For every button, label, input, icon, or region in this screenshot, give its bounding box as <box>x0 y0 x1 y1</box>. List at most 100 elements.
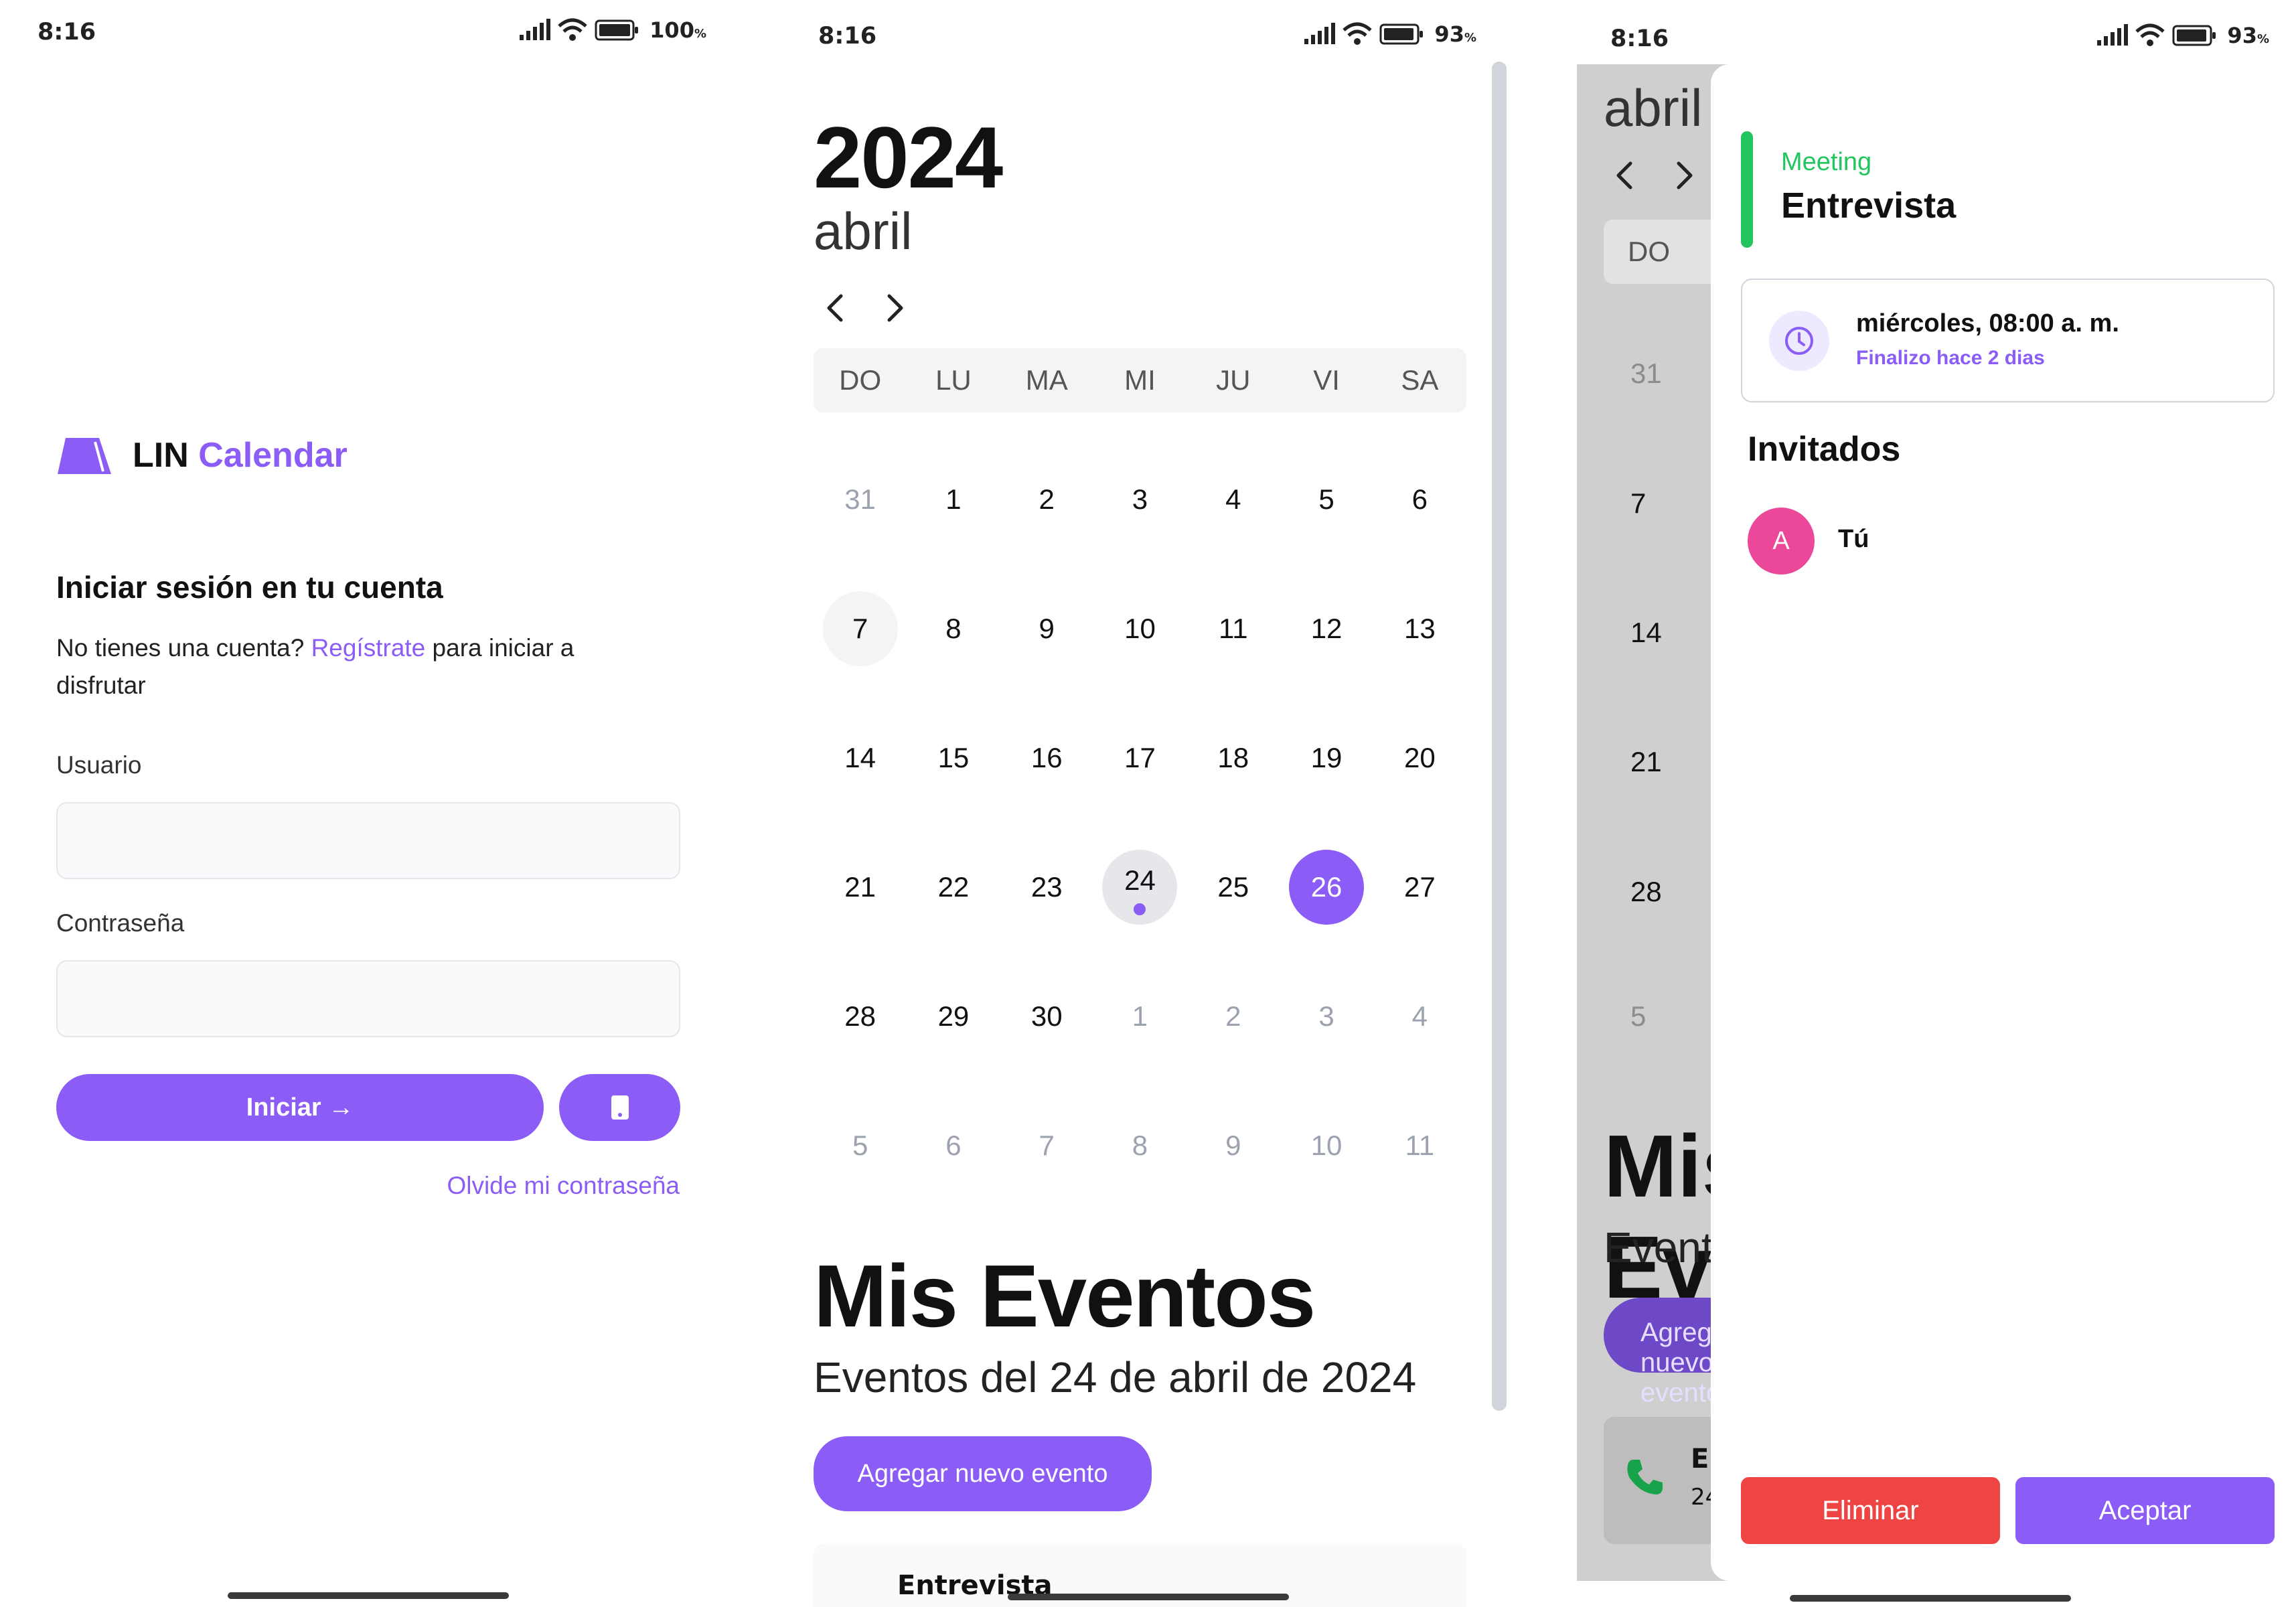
calendar-day-number: 10 <box>1310 1130 1343 1161</box>
calendar-day[interactable]: 29 <box>916 979 991 1054</box>
add-event-button[interactable]: Agregar nuevo evento <box>814 1436 1152 1511</box>
calendar-cell: 7 <box>814 591 907 720</box>
calendar-screen: 8:16 93% 2024 abril DO LU MA MI JU VI SA… <box>783 0 1507 1607</box>
calendar-cell: 4 <box>1187 462 1280 591</box>
calendar-day[interactable]: 5 <box>823 1108 898 1183</box>
calendar-cell: 8 <box>1093 1108 1187 1229</box>
login-button[interactable]: Iniciar → <box>56 1074 544 1141</box>
calendar-cell: 18 <box>1187 720 1280 850</box>
calendar-day-number: 10 <box>1124 613 1156 644</box>
event-indicator-dot <box>1134 903 1146 915</box>
password-input[interactable] <box>56 960 680 1037</box>
app-logo: LIN Calendar <box>56 435 348 475</box>
calendar-day[interactable]: 5 <box>1289 462 1364 537</box>
calendar-day[interactable]: 14 <box>823 720 898 795</box>
home-indicator[interactable] <box>1790 1595 2071 1602</box>
calendar-day-number: 21 <box>844 871 876 903</box>
calendar-cell: 24 <box>1093 850 1187 979</box>
calendar-day[interactable]: 15 <box>916 720 991 795</box>
calendar-day[interactable]: 3 <box>1289 979 1364 1054</box>
calendar-day[interactable]: 11 <box>1196 591 1271 666</box>
calendar-day[interactable]: 24 <box>1102 850 1178 925</box>
event-time-card: miércoles, 08:00 a. m. Finalizo hace 2 d… <box>1741 279 2275 402</box>
bg-day: 31 <box>1630 358 1662 389</box>
calendar-day[interactable]: 7 <box>1009 1108 1084 1183</box>
calendar-month: abril <box>814 202 913 260</box>
calendar-day[interactable]: 3 <box>1102 462 1177 537</box>
calendar-day[interactable]: 2 <box>1009 462 1084 537</box>
calendar-day[interactable]: 10 <box>1102 591 1177 666</box>
calendar-cell: 1 <box>1093 979 1187 1108</box>
calendar-cell: 26 <box>1280 850 1373 979</box>
calendar-day[interactable]: 6 <box>1382 462 1457 537</box>
calendar-day[interactable]: 19 <box>1289 720 1364 795</box>
battery-level: 93 <box>1434 21 1464 47</box>
next-month-button[interactable] <box>876 289 913 327</box>
calendar-day-number: 1 <box>945 483 962 515</box>
calendar-day-number: 18 <box>1217 742 1249 773</box>
event-type: Meeting <box>1781 148 1872 176</box>
signup-link[interactable]: Regístrate <box>311 634 426 662</box>
forgot-password-link[interactable]: Olvide mi contraseña <box>447 1172 680 1200</box>
calendar-day[interactable]: 8 <box>1102 1108 1177 1183</box>
calendar-day[interactable]: 4 <box>1196 462 1271 537</box>
avatar: A <box>1748 508 1815 575</box>
calendar-day-number: 28 <box>844 1000 876 1032</box>
calendar-day[interactable]: 30 <box>1009 979 1084 1054</box>
calendar-day[interactable]: 10 <box>1289 1108 1364 1183</box>
calendar-cell: 10 <box>1280 1108 1373 1229</box>
phone-icon <box>611 1095 629 1120</box>
calendar-day[interactable]: 20 <box>1382 720 1457 795</box>
calendar-day[interactable]: 1 <box>1102 979 1177 1054</box>
calendar-day-number: 4 <box>1225 483 1241 515</box>
home-indicator[interactable] <box>1008 1594 1289 1600</box>
scrollbar-thumb[interactable] <box>1492 62 1507 1411</box>
calendar-day[interactable]: 6 <box>916 1108 991 1183</box>
calendar-cell: 2 <box>1000 462 1093 591</box>
calendar-day[interactable]: 21 <box>823 850 898 925</box>
calendar-day-number: 3 <box>1132 483 1148 515</box>
calendar-cell: 9 <box>1000 591 1093 720</box>
calendar-day[interactable]: 9 <box>1196 1108 1271 1183</box>
calendar-day[interactable]: 16 <box>1009 720 1084 795</box>
device-login-button[interactable] <box>559 1074 680 1141</box>
calendar-day-selected[interactable]: 26 <box>1289 850 1365 925</box>
status-time: 8:16 <box>818 23 877 50</box>
calendar-day[interactable]: 23 <box>1009 850 1084 925</box>
calendar-day-number: 31 <box>844 483 876 515</box>
calendar-day[interactable]: 9 <box>1009 591 1084 666</box>
calendar-cell: 1 <box>907 462 1000 591</box>
prev-month-button[interactable] <box>817 289 854 327</box>
delete-button[interactable]: Eliminar <box>1741 1477 2000 1544</box>
invitees-heading: Invitados <box>1748 430 1901 469</box>
status-bar: 8:16 93% <box>1610 23 2269 52</box>
accept-button[interactable]: Aceptar <box>2015 1477 2275 1544</box>
dimmed-background[interactable]: abril DO 31 7 14 21 28 5 Mis Eventos Eve… <box>1577 64 1731 1581</box>
calendar-day[interactable]: 18 <box>1196 720 1271 795</box>
calendar-day[interactable]: 31 <box>823 462 898 537</box>
calendar-day[interactable]: 8 <box>916 591 991 666</box>
home-indicator[interactable] <box>228 1592 509 1599</box>
calendar-day[interactable]: 7 <box>822 591 898 666</box>
calendar-day[interactable]: 2 <box>1196 979 1271 1054</box>
calendar-day[interactable]: 12 <box>1289 591 1364 666</box>
calendar-day[interactable]: 25 <box>1196 850 1271 925</box>
calendar-cell: 8 <box>907 591 1000 720</box>
calendar-day[interactable]: 11 <box>1382 1108 1457 1183</box>
calendar-cell: 27 <box>1373 850 1466 979</box>
calendar-day[interactable]: 1 <box>916 462 991 537</box>
scrollbar[interactable] <box>1492 62 1507 1411</box>
calendar-cell: 3 <box>1280 979 1373 1108</box>
username-input[interactable] <box>56 802 680 879</box>
calendar-day[interactable]: 28 <box>823 979 898 1054</box>
calendar-day-number: 7 <box>852 613 868 644</box>
calendar-day[interactable]: 22 <box>916 850 991 925</box>
bg-day: 5 <box>1630 1000 1647 1032</box>
calendar-day-number: 25 <box>1217 871 1249 903</box>
calendar-day[interactable]: 17 <box>1102 720 1177 795</box>
calendar-day[interactable]: 13 <box>1382 591 1457 666</box>
calendar-day[interactable]: 4 <box>1382 979 1457 1054</box>
calendar-day-number: 9 <box>1225 1130 1241 1161</box>
calendar-cell: 28 <box>814 979 907 1108</box>
calendar-day[interactable]: 27 <box>1382 850 1457 925</box>
